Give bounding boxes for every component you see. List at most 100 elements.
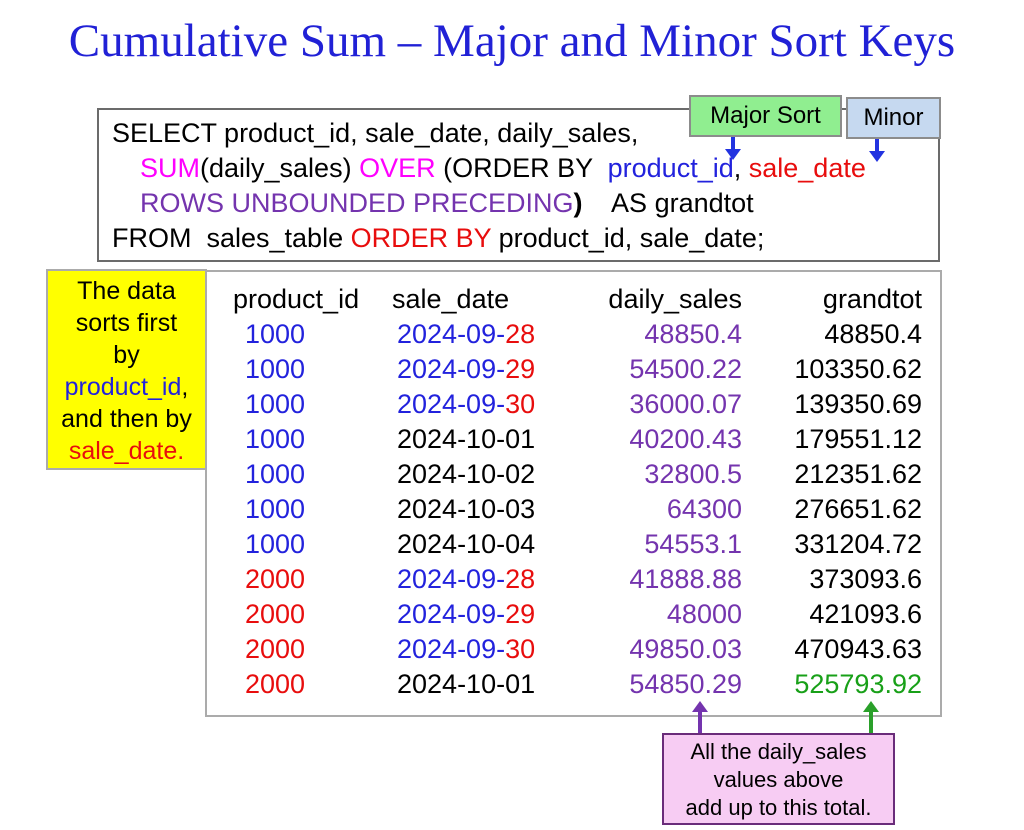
cell-grandtot: 525793.92 bbox=[742, 667, 922, 702]
major-sort-label: Major Sort bbox=[710, 102, 821, 130]
text-segment: 2024-10-04 bbox=[397, 529, 535, 559]
table-row: 10002024-09-2954500.22103350.62 bbox=[207, 352, 940, 387]
cell-sale-date: 2024-10-03 bbox=[377, 492, 587, 527]
arrow-head bbox=[725, 149, 741, 160]
text-segment: 2000 bbox=[245, 634, 305, 664]
text-segment: 421093.6 bbox=[809, 599, 922, 629]
text-segment: 32800.5 bbox=[644, 459, 742, 489]
text-segment: 2024-09- bbox=[397, 389, 505, 419]
cell-sale-date: 2024-09-29 bbox=[377, 597, 587, 632]
text-segment: ORDER BY bbox=[351, 223, 492, 253]
minor-sort-label: Minor bbox=[863, 104, 923, 132]
cell-sale-date: 2024-10-01 bbox=[377, 667, 587, 702]
cell-daily-sales: 64300 bbox=[587, 492, 742, 527]
cell-daily-sales: 41888.88 bbox=[587, 562, 742, 597]
major-sort-arrow-icon bbox=[725, 137, 741, 160]
cell-daily-sales: 49850.03 bbox=[587, 632, 742, 667]
text-segment: 373093.6 bbox=[809, 564, 922, 594]
text-segment: sorts first bbox=[76, 309, 177, 337]
cell-grandtot: 212351.62 bbox=[742, 457, 922, 492]
text-segment: 2024-09- bbox=[397, 634, 505, 664]
text-segment: product_id bbox=[233, 284, 359, 314]
table-row: 10002024-10-0454553.1331204.72 bbox=[207, 527, 940, 562]
text-segment: ROWS UNBOUNDED PRECEDING bbox=[140, 188, 574, 218]
text-segment: 54500.22 bbox=[629, 354, 742, 384]
arrow-head bbox=[863, 701, 879, 712]
note-line: sorts first bbox=[48, 307, 205, 339]
note-line: All the daily_sales bbox=[664, 738, 893, 766]
text-segment: product_id bbox=[65, 373, 182, 401]
note-line: by bbox=[48, 339, 205, 371]
cell-product-id: 2000 bbox=[207, 667, 377, 702]
total-note-lines: All the daily_salesvalues aboveadd up to… bbox=[664, 738, 893, 822]
text-segment: 1000 bbox=[245, 459, 305, 489]
text-segment: 2024-10-01 bbox=[397, 424, 535, 454]
text-segment: grandtot bbox=[823, 284, 922, 314]
text-segment: 54553.1 bbox=[644, 529, 742, 559]
text-segment: 41888.88 bbox=[629, 564, 742, 594]
text-segment: SELECT product_id, sale_date, daily_sale… bbox=[112, 118, 638, 148]
text-segment: 2024-09- bbox=[397, 319, 505, 349]
text-segment: daily_sales bbox=[608, 284, 742, 314]
cell-daily-sales: 32800.5 bbox=[587, 457, 742, 492]
cell-sale-date: 2024-09-28 bbox=[377, 317, 587, 352]
results-table: product_idsale_datedaily_salesgrandtot10… bbox=[205, 270, 942, 717]
text-segment: 276651.62 bbox=[794, 494, 922, 524]
cell-product-id: 1000 bbox=[207, 317, 377, 352]
arrow-stem bbox=[875, 139, 879, 151]
sort-order-note: The datasorts firstbyproduct_id,and then… bbox=[46, 269, 207, 470]
table-row: 20002024-09-2841888.88373093.6 bbox=[207, 562, 940, 597]
table-row: 20002024-09-3049850.03470943.63 bbox=[207, 632, 940, 667]
text-segment: 2000 bbox=[245, 564, 305, 594]
text-segment: 2000 bbox=[245, 669, 305, 699]
arrow-head bbox=[869, 151, 885, 162]
text-segment: ) bbox=[574, 188, 583, 218]
text-segment: sale_date bbox=[392, 284, 509, 314]
text-segment: 28 bbox=[505, 319, 535, 349]
table-row: 10002024-10-0140200.43179551.12 bbox=[207, 422, 940, 457]
table-row: 20002024-09-2948000421093.6 bbox=[207, 597, 940, 632]
cell-product-id: 1000 bbox=[207, 387, 377, 422]
text-segment: 48850.4 bbox=[644, 319, 742, 349]
text-segment: 40200.43 bbox=[629, 424, 742, 454]
column-header-product_id: product_id bbox=[207, 282, 377, 317]
major-sort-badge: Major Sort bbox=[689, 95, 842, 137]
cell-sale-date: 2024-09-29 bbox=[377, 352, 587, 387]
text-segment: 1000 bbox=[245, 319, 305, 349]
text-segment: sale_date bbox=[749, 153, 866, 183]
table-row: 1000 2024-10-02 32800.5212351.62 bbox=[207, 457, 940, 492]
text-segment: add up to this total. bbox=[686, 795, 872, 820]
table-row: 10002024-09-3036000.07139350.69 bbox=[207, 387, 940, 422]
note-line: The data bbox=[48, 275, 205, 307]
cell-sale-date: 2024-09-30 bbox=[377, 632, 587, 667]
cell-daily-sales: 40200.43 bbox=[587, 422, 742, 457]
text-segment: product_id bbox=[608, 153, 734, 183]
text-segment: 2024-09- bbox=[397, 354, 505, 384]
cell-product-id: 2000 bbox=[207, 562, 377, 597]
slide: Cumulative Sum – Major and Minor Sort Ke… bbox=[0, 0, 1024, 830]
table-row: 1000 2024-10-0364300 276651.62 bbox=[207, 492, 940, 527]
text-segment: 1000 bbox=[245, 424, 305, 454]
text-segment: product_id, sale_date; bbox=[491, 223, 764, 253]
note-line: values above bbox=[664, 766, 893, 794]
text-segment: AS grandtot bbox=[583, 188, 754, 218]
text-segment: sale_date. bbox=[69, 437, 184, 465]
table-row: 1000 2024-09-28 48850.448850.4 bbox=[207, 317, 940, 352]
cell-product-id: 1000 bbox=[207, 492, 377, 527]
text-segment: 1000 bbox=[245, 354, 305, 384]
text-segment: 1000 bbox=[245, 494, 305, 524]
cell-grandtot: 48850.4 bbox=[742, 317, 922, 352]
total-note: All the daily_salesvalues aboveadd up to… bbox=[662, 733, 895, 825]
text-segment: 2024-10-02 bbox=[397, 459, 535, 489]
sql-line: ROWS UNBOUNDED PRECEDING) AS grandtot bbox=[99, 186, 938, 221]
sql-line: FROM sales_table ORDER BY product_id, sa… bbox=[99, 221, 938, 256]
text-segment: FROM sales_table bbox=[112, 223, 351, 253]
column-header-daily_sales: daily_sales bbox=[587, 282, 742, 317]
table-row: 20002024-10-0154850.29525793.92 bbox=[207, 667, 940, 702]
arrow-stem bbox=[731, 137, 735, 149]
arrow-head bbox=[692, 701, 708, 712]
note-line: sale_date. bbox=[48, 435, 205, 467]
text-segment: 2024-09- bbox=[397, 564, 505, 594]
text-segment: SUM bbox=[140, 153, 200, 183]
cell-daily-sales: 54553.1 bbox=[587, 527, 742, 562]
